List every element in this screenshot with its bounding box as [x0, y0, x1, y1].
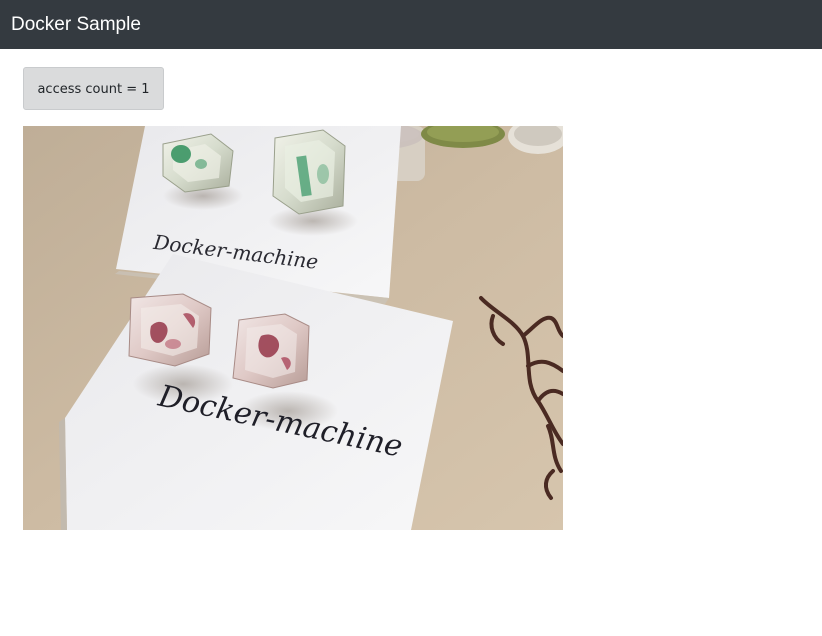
earrings-photo: Docker-machine Docker-machine [23, 126, 563, 530]
pink-cube-right [232, 313, 310, 389]
clear-cube-right [272, 129, 346, 215]
top-navbar: Docker Sample [0, 0, 822, 49]
clear-cube-left [162, 133, 234, 193]
pink-cube-left [128, 293, 212, 367]
access-count-box: access count = 1 [23, 67, 164, 110]
navbar-brand[interactable]: Docker Sample [11, 13, 141, 37]
